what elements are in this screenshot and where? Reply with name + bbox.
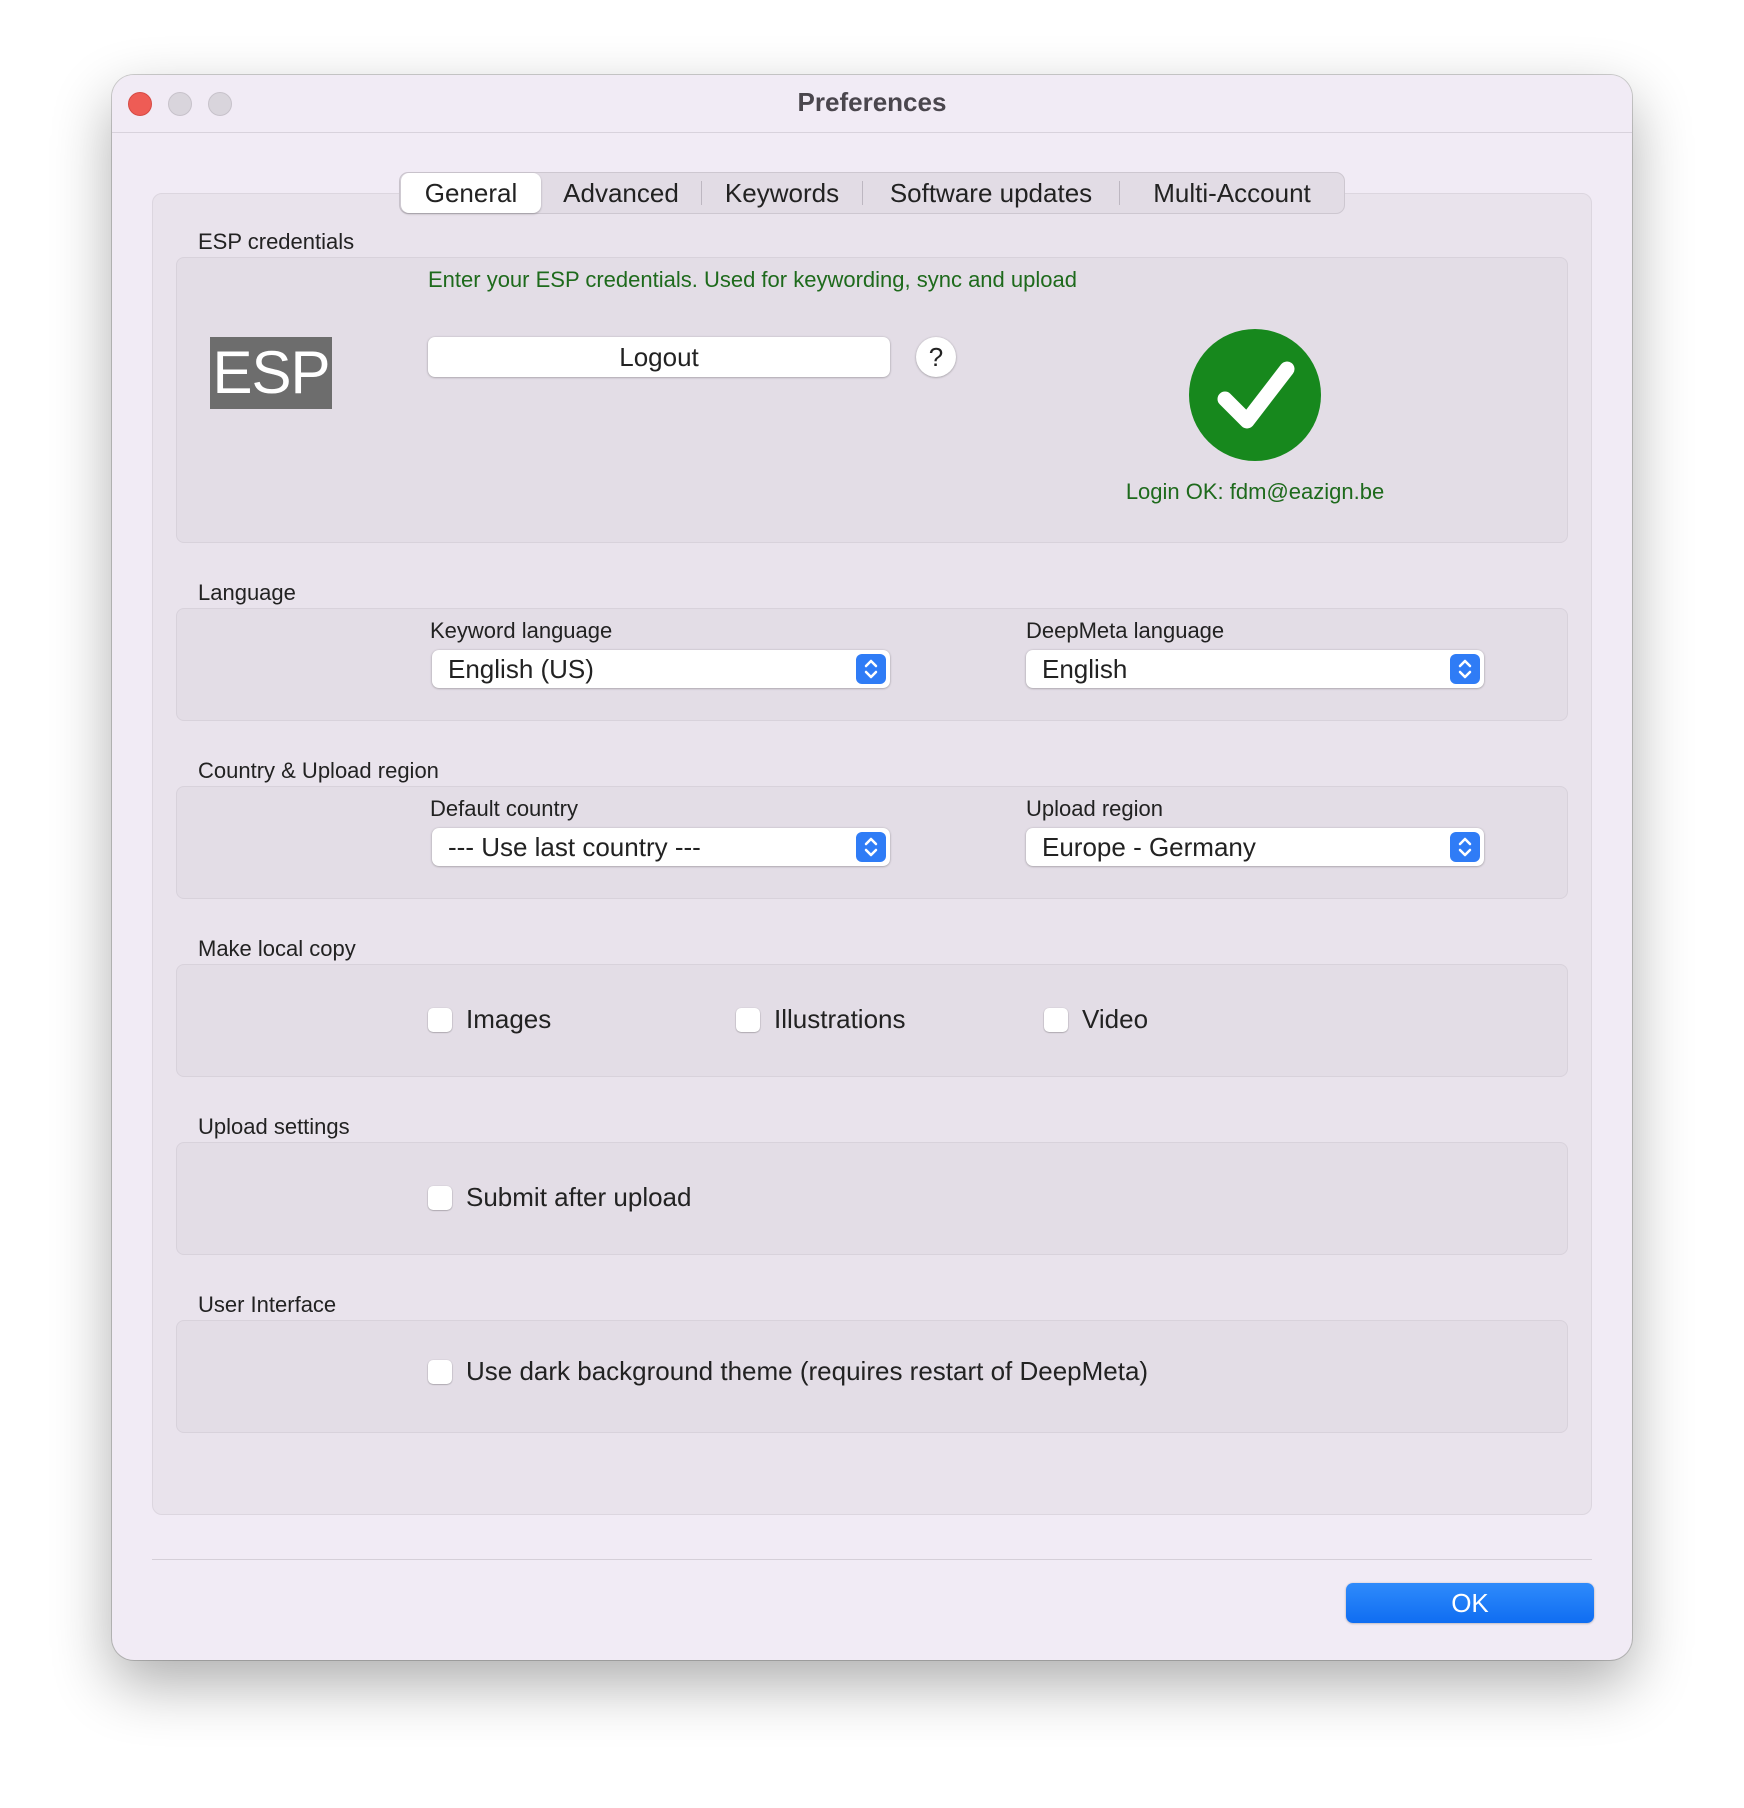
upload-settings-group: [176, 1142, 1568, 1255]
esp-instructions: Enter your ESP credentials. Used for key…: [428, 267, 1077, 292]
local-copy-section-label: Make local copy: [198, 936, 356, 961]
submit-after-upload-label[interactable]: Submit after upload: [466, 1182, 691, 1213]
images-checkbox-label[interactable]: Images: [466, 1004, 551, 1035]
deepmeta-language-label: DeepMeta language: [1026, 618, 1225, 643]
submit-after-upload-checkbox[interactable]: [428, 1185, 452, 1210]
keyword-language-select[interactable]: English (US): [432, 650, 890, 688]
deepmeta-language-value: English: [1042, 654, 1128, 684]
upload-region-value: Europe - Germany: [1042, 832, 1256, 862]
tab-keywords[interactable]: Keywords: [702, 173, 862, 213]
login-status-text: Login OK: fdm@eazign.be: [1125, 479, 1385, 504]
keyword-language-value: English (US): [448, 654, 594, 684]
logout-button[interactable]: Logout: [428, 337, 890, 377]
upload-region-label: Upload region: [1026, 796, 1163, 821]
country-section-label: Country & Upload region: [198, 758, 439, 783]
tab-general[interactable]: General: [401, 173, 541, 213]
upload-region-select[interactable]: Europe - Germany: [1026, 828, 1484, 866]
tab-advanced[interactable]: Advanced: [541, 173, 701, 213]
images-checkbox-row[interactable]: Images: [428, 1004, 551, 1035]
help-button[interactable]: ?: [916, 337, 956, 377]
footer-divider: [152, 1559, 1592, 1560]
esp-credentials-section-label: ESP credentials: [198, 229, 355, 254]
tab-software-updates[interactable]: Software updates: [863, 173, 1119, 213]
submit-after-upload-row[interactable]: Submit after upload: [428, 1182, 691, 1213]
dark-theme-checkbox[interactable]: [428, 1359, 452, 1384]
video-checkbox-label[interactable]: Video: [1082, 1004, 1148, 1035]
checkmark-circle-icon: [1189, 329, 1321, 461]
user-interface-section-label: User Interface: [198, 1292, 337, 1317]
video-checkbox[interactable]: [1044, 1007, 1068, 1032]
deepmeta-language-select[interactable]: English: [1026, 650, 1484, 688]
illustrations-checkbox[interactable]: [736, 1007, 760, 1032]
default-country-label: Default country: [430, 796, 578, 821]
tab-multi-account[interactable]: Multi-Account: [1120, 173, 1344, 213]
updown-arrows-icon: [1450, 654, 1480, 684]
dark-theme-label[interactable]: Use dark background theme (requires rest…: [466, 1356, 1148, 1387]
dark-theme-row[interactable]: Use dark background theme (requires rest…: [428, 1356, 1148, 1387]
default-country-value: --- Use last country ---: [448, 832, 701, 862]
default-country-select[interactable]: --- Use last country ---: [432, 828, 890, 866]
keyword-language-label: Keyword language: [430, 618, 613, 643]
illustrations-checkbox-label[interactable]: Illustrations: [774, 1004, 906, 1035]
language-section-label: Language: [198, 580, 296, 605]
updown-arrows-icon: [856, 654, 886, 684]
updown-arrows-icon: [856, 832, 886, 862]
illustrations-checkbox-row[interactable]: Illustrations: [736, 1004, 906, 1035]
preferences-window: Preferences General Advanced Keywords So…: [112, 75, 1632, 1660]
window-title: Preferences: [797, 87, 947, 117]
upload-settings-section-label: Upload settings: [198, 1114, 350, 1139]
images-checkbox[interactable]: [428, 1007, 452, 1032]
esp-logo: ESP: [210, 337, 332, 409]
tab-bar: General Advanced Keywords Software updat…: [399, 172, 1345, 214]
ok-button[interactable]: OK: [1346, 1583, 1594, 1623]
video-checkbox-row[interactable]: Video: [1044, 1004, 1148, 1035]
title-bar[interactable]: Preferences: [112, 75, 1632, 133]
updown-arrows-icon: [1450, 832, 1480, 862]
